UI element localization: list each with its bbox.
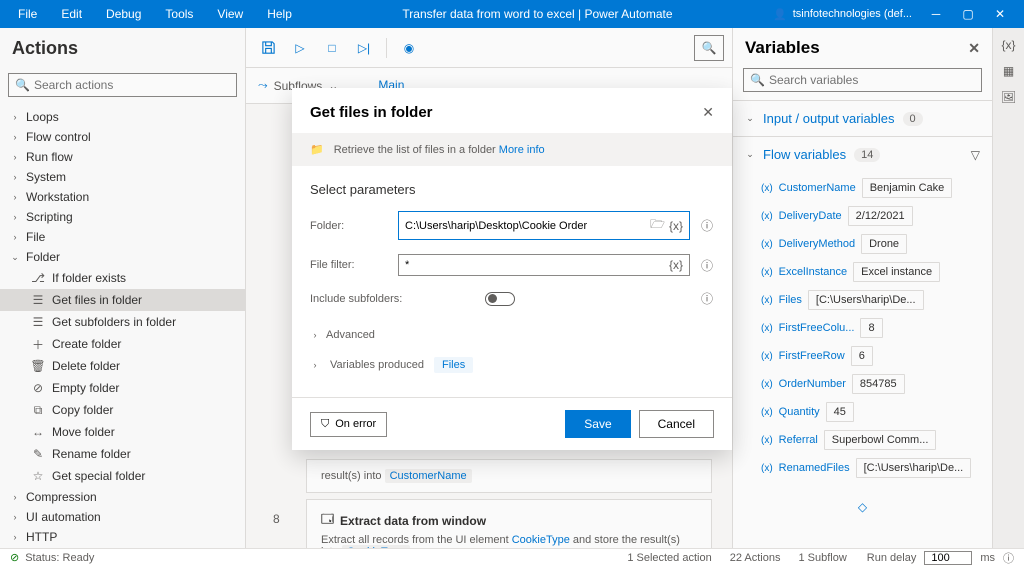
- file-filter-input[interactable]: [405, 259, 665, 271]
- maximize-button[interactable]: ▢: [952, 0, 984, 28]
- produced-variable-chip[interactable]: Files: [434, 357, 473, 373]
- variable-picker-icon[interactable]: {x}: [669, 258, 683, 272]
- user-label: tsinfotechnologies (def...: [793, 8, 912, 20]
- browse-folder-icon[interactable]: 🗁: [650, 215, 665, 236]
- folder-label: Folder:: [310, 220, 388, 232]
- variables-produced-section[interactable]: › Variables produced Files: [310, 349, 714, 381]
- modal-info-text: Retrieve the list of files in a folder: [334, 144, 499, 156]
- modal-info-banner: 📁 Retrieve the list of files in a folder…: [292, 133, 732, 166]
- modal-overlay: Get files in folder ✕ 📁 Retrieve the lis…: [0, 28, 1024, 548]
- more-info-link[interactable]: More info: [499, 144, 545, 156]
- chevron-right-icon: ›: [310, 330, 320, 340]
- menu-debug[interactable]: Debug: [96, 3, 151, 25]
- run-delay-input[interactable]: [924, 551, 972, 565]
- status-info-icon[interactable]: ⓘ: [1003, 550, 1014, 566]
- menu-file[interactable]: File: [8, 3, 47, 25]
- user-account[interactable]: 👤 tsinfotechnologies (def...: [773, 8, 912, 21]
- include-subfolders-label: Include subfolders:: [310, 293, 475, 305]
- run-delay-unit: ms: [980, 552, 995, 564]
- include-subfolders-toggle[interactable]: [485, 292, 515, 306]
- help-icon[interactable]: ⓘ: [700, 257, 714, 274]
- selected-count: 1 Selected action: [627, 552, 711, 564]
- modal-title: Get files in folder: [310, 104, 433, 121]
- menu-help[interactable]: Help: [257, 3, 302, 25]
- user-icon: 👤: [773, 8, 787, 21]
- folder-icon: 📁: [310, 143, 324, 156]
- menu-edit[interactable]: Edit: [51, 3, 92, 25]
- save-button[interactable]: Save: [565, 410, 630, 438]
- close-button[interactable]: ✕: [984, 0, 1016, 28]
- get-files-modal: Get files in folder ✕ 📁 Retrieve the lis…: [292, 88, 732, 450]
- help-icon[interactable]: ⓘ: [700, 290, 714, 307]
- window-title: Transfer data from word to excel | Power…: [302, 7, 773, 21]
- subflows-count: 1 Subflow: [798, 552, 846, 564]
- status-ready-icon: ⊘: [10, 551, 19, 564]
- shield-icon: ⛉: [321, 418, 329, 431]
- menu-view[interactable]: View: [207, 3, 253, 25]
- menu-bar: File Edit Debug Tools View Help: [8, 3, 302, 25]
- help-icon[interactable]: ⓘ: [700, 217, 714, 234]
- status-text: Status: Ready: [25, 552, 94, 564]
- advanced-section[interactable]: › Advanced: [310, 321, 714, 349]
- on-error-button[interactable]: ⛉ On error: [310, 412, 387, 437]
- actions-count: 22 Actions: [730, 552, 781, 564]
- folder-input[interactable]: [405, 220, 646, 232]
- cancel-button[interactable]: Cancel: [639, 410, 714, 438]
- modal-close-button[interactable]: ✕: [702, 104, 714, 121]
- run-delay-label: Run delay: [867, 552, 917, 564]
- file-filter-label: File filter:: [310, 259, 388, 271]
- chevron-right-icon: ›: [310, 360, 320, 370]
- variable-picker-icon[interactable]: {x}: [669, 219, 683, 233]
- minimize-button[interactable]: ─: [920, 0, 952, 28]
- titlebar: File Edit Debug Tools View Help Transfer…: [0, 0, 1024, 28]
- menu-tools[interactable]: Tools: [155, 3, 203, 25]
- status-bar: ⊘ Status: Ready 1 Selected action 22 Act…: [0, 548, 1024, 566]
- select-parameters-label: Select parameters: [310, 182, 714, 197]
- titlebar-right: 👤 tsinfotechnologies (def... ─ ▢ ✕: [773, 0, 1016, 28]
